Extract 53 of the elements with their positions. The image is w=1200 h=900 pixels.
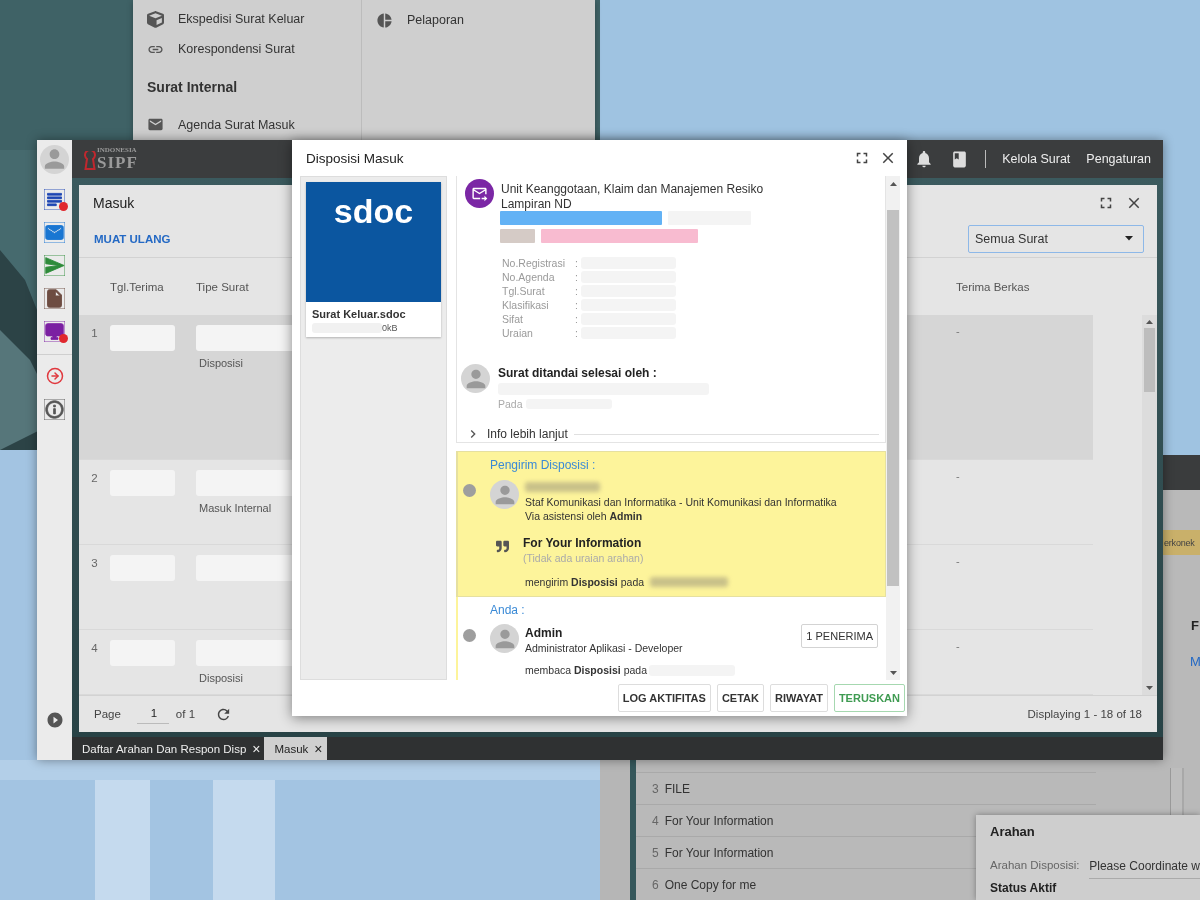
table-cell-text: - — [956, 640, 961, 652]
field-label: No.Agenda — [502, 271, 556, 283]
field-separator: : — [575, 285, 579, 297]
assist-note: Via asistensi oleh Admin — [525, 510, 644, 522]
field-label: Pada — [498, 398, 523, 410]
letter-unit: Unit Keanggotaan, Klaim dan Manajemen Resiko — [501, 182, 764, 197]
instruction-note: (Tidak ada uraian arahan) — [523, 552, 644, 564]
table-cell-text: - — [956, 470, 961, 482]
letter-subtitle: Lampiran ND — [501, 197, 573, 212]
notice-bar: erkonek — [1163, 530, 1200, 555]
person-name: Admin — [525, 626, 564, 640]
table-cell-text: Masuk Internal — [198, 502, 272, 514]
field-label: Klasifikasi — [502, 299, 550, 311]
thumbnail-text: sdoc — [333, 192, 414, 232]
logo-text: SIPF — [97, 154, 138, 171]
row-number: 2 — [91, 472, 98, 484]
menu-heading: Surat Internal — [147, 78, 239, 98]
heading-fragment: F — [1191, 618, 1199, 633]
field-separator: : — [575, 313, 579, 325]
field-label: Tgl.Surat — [502, 285, 546, 297]
instruction-title: For Your Information — [523, 536, 643, 550]
file-size: 0kB — [382, 323, 398, 333]
table-cell-text: - — [956, 325, 961, 337]
table-cell-text: Disposisi — [198, 672, 243, 684]
row-number: 4 — [91, 642, 98, 654]
field-separator: : — [575, 299, 579, 311]
row-number: 3 — [91, 557, 98, 569]
field-label: No.Registrasi — [502, 257, 567, 269]
row-number: 1 — [91, 327, 98, 339]
file-name: Surat Keluar.sdoc — [312, 308, 407, 320]
dialog-title: Disposisi Masuk — [306, 150, 404, 166]
field-label: Sifat — [502, 313, 524, 325]
display-count: Displaying 1 - 18 of 18 — [1027, 708, 1142, 720]
panel-title: Arahan — [990, 824, 1036, 839]
person-position: Staf Komunikasi dan Informatika - Unit Komunikasi dan Informatika — [525, 496, 838, 508]
table-cell-text: - — [956, 555, 961, 567]
field-separator: : — [575, 327, 579, 339]
section-title: Status Aktif — [990, 881, 1058, 895]
field-label: Arahan Disposisi: — [990, 859, 1081, 871]
field-separator: : — [575, 271, 579, 283]
step-heading: Anda : — [490, 603, 526, 617]
field-value: Please Coordinate w — [1089, 859, 1200, 879]
step-heading: Pengirim Disposisi : — [490, 458, 597, 472]
action-text: mengirim Disposisi pada — [525, 576, 645, 588]
action-text: membaca Disposisi pada — [525, 664, 647, 676]
window-title: Masuk — [93, 194, 135, 211]
person-position: Administrator Aplikasi - Developer — [525, 642, 684, 654]
field-label: Uraian — [502, 327, 534, 339]
page-count: of 1 — [175, 708, 196, 720]
table-cell-text: Disposisi — [198, 357, 243, 369]
completed-title: Surat ditandai selesai oleh : — [498, 366, 658, 380]
page-label: Page — [94, 708, 121, 720]
field-separator: : — [575, 257, 579, 269]
